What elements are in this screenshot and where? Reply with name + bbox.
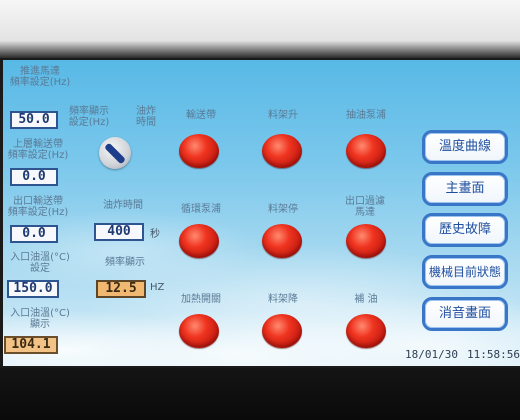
feed-motor-freq-input[interactable]: 50.0 [10,111,58,129]
rack-down-button[interactable] [262,314,302,348]
freq-display-label: 頻率顯示 [105,257,145,268]
rack-stop-button[interactable] [262,224,302,258]
time-display: 11:58:56 [467,348,520,361]
circulation-pump-button[interactable] [179,224,219,258]
refill-oil-button[interactable] [346,314,386,348]
upper-conveyor-freq-label: 上層輸送帶 頻率設定(Hz) [7,139,69,161]
refill-oil-label: 補 油 [354,294,378,305]
upper-conveyor-freq-input[interactable]: 0.0 [10,168,58,186]
date-display: 18/01/30 [405,348,458,361]
rack-stop-label: 料架停 [268,204,298,215]
machine-status-button[interactable]: 機械目前狀態 [422,255,508,289]
oil-pump-button[interactable] [346,134,386,168]
hmi-screen: 推進馬達 頻率設定(Hz) 50.0 上層輸送帶 頻率設定(Hz) 0.0 出口… [3,60,520,366]
freq-time-selector-switch[interactable] [99,137,131,169]
oil-pump-label: 抽油泵浦 [346,110,386,121]
inlet-oil-temp-display-value: 104.1 [4,336,58,354]
main-screen-button[interactable]: 主畫面 [422,172,508,206]
conveyor-label: 輸送帶 [186,110,216,121]
heater-switch-button[interactable] [179,314,219,348]
outlet-filter-motor-button[interactable] [346,224,386,258]
freq-display-unit: HZ [150,282,165,293]
temperature-curve-button[interactable]: 溫度曲線 [422,130,508,164]
inlet-oil-temp-display-label: 入口油溫(°C) 顯示 [10,308,70,330]
outlet-filter-motor-label: 出口過濾馬達 [345,196,385,218]
fry-time-input[interactable]: 400 [94,223,144,241]
inlet-oil-temp-set-input[interactable]: 150.0 [7,280,59,298]
rack-down-label: 料架降 [268,294,298,305]
switch-lever [104,142,126,165]
conveyor-button[interactable] [179,134,219,168]
rack-up-button[interactable] [262,134,302,168]
rack-up-label: 料架升 [268,110,298,121]
freq-display-set-label: 頻率顯示 設定(Hz) [68,106,110,128]
heater-switch-label: 加熱開關 [181,294,221,305]
outlet-conveyor-freq-label: 出口輸送帶 頻率設定(Hz) [7,196,69,218]
fry-time-unit: 秒 [150,229,160,240]
feed-motor-freq-label: 推進馬達 頻率設定(Hz) [9,66,71,88]
circulation-pump-label: 循環泵浦 [181,204,221,215]
inlet-oil-temp-set-label: 入口油溫(°C) 設定 [10,252,70,274]
outlet-conveyor-freq-input[interactable]: 0.0 [10,225,58,243]
monitor-bezel-top [0,0,520,58]
monitor-bezel-bottom [0,368,520,420]
fault-history-button[interactable]: 歷史故障 [422,213,508,247]
mute-screen-button[interactable]: 消音畫面 [422,297,508,331]
freq-display-value: 12.5 [96,280,146,298]
fry-time-label: 油炸 時間 [136,106,156,128]
fry-time-set-label: 油炸時間 [103,200,143,211]
